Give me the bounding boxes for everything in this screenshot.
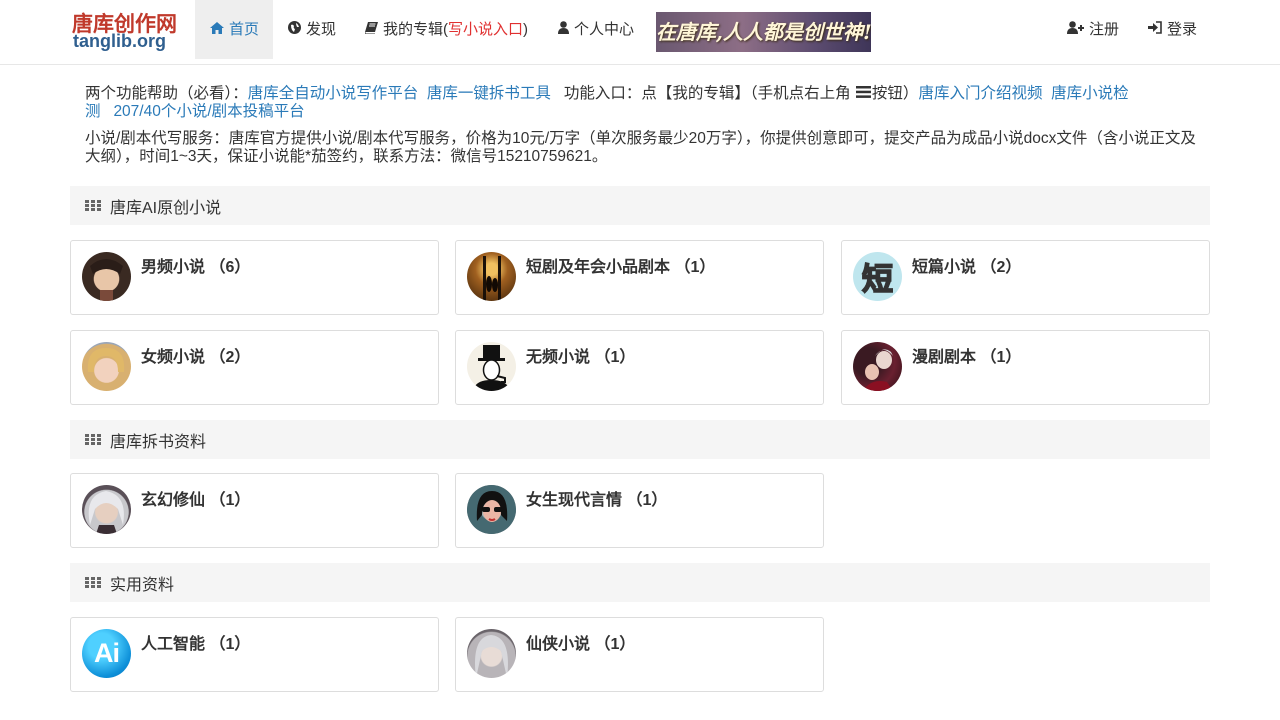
th-grid-icon xyxy=(85,433,101,446)
section-header-book-split: 唐库拆书资料 xyxy=(70,420,1210,459)
user-icon xyxy=(558,1,569,59)
nav-home-label: 首页 xyxy=(229,20,260,38)
promo-banner-text: 在唐库,人人都是创世神! xyxy=(656,20,871,44)
entry-suffix: 按钮） xyxy=(871,85,919,103)
nav-personal-label: 个人中心 xyxy=(574,20,635,38)
stage-scene-icon xyxy=(467,252,516,301)
site-logo[interactable]: 唐库创作网 tanglib.org xyxy=(72,8,182,54)
category-title: 玄幻修仙 （1） xyxy=(141,492,251,509)
link-intro-video[interactable]: 唐库入门介绍视频 xyxy=(918,85,1042,102)
nav-write-novel-link[interactable]: 写小说入口 xyxy=(448,1,523,59)
help-info: 两个功能帮助（必看）：唐库全自动小说写作平台 唐库一键拆书工具 功能入口：点【我… xyxy=(85,85,1200,121)
link-split-book-tool[interactable]: 唐库一键拆书工具 xyxy=(427,85,551,102)
category-title: 短篇小说 （2） xyxy=(912,259,1022,276)
category-title: 男频小说 （6） xyxy=(141,259,251,276)
nav-login-label: 登录 xyxy=(1167,20,1198,38)
nav-discover-label: 发现 xyxy=(306,20,337,38)
section-title: 唐库AI原创小说 xyxy=(110,199,222,217)
logo-en-text: tanglib.org xyxy=(73,31,166,51)
category-card[interactable]: 仙侠小说 （1） xyxy=(455,617,824,692)
menu-bars-icon xyxy=(855,85,871,103)
category-card[interactable]: 女生现代言情 （1） xyxy=(455,473,824,548)
category-card[interactable]: 女频小说 （2） xyxy=(70,330,439,405)
nav-register-label: 注册 xyxy=(1089,20,1120,38)
section-header-useful-materials: 实用资料 xyxy=(70,563,1210,602)
category-card[interactable]: 短 短篇小说 （2） xyxy=(841,240,1210,315)
duan-char-icon: 短 xyxy=(853,252,902,301)
nav-personal-center[interactable]: 个人中心 xyxy=(543,0,649,59)
category-title: 短剧及年会小品剧本 （1） xyxy=(526,259,716,276)
service-info: 小说/剧本代写服务：唐库官方提供小说/剧本代写服务，价格为10元/万字（单次服务… xyxy=(85,130,1200,166)
nav-register[interactable]: 注册 xyxy=(1052,0,1134,59)
ai-logo-icon: Ai xyxy=(82,629,131,678)
home-icon xyxy=(210,1,224,59)
sunglasses-woman-icon xyxy=(467,485,516,534)
category-title: 漫剧剧本 （1） xyxy=(912,349,1022,366)
nav-my-albums[interactable]: 我的专辑(写小说入口) xyxy=(350,0,543,59)
globe-icon xyxy=(288,1,301,59)
couple-portrait-icon xyxy=(853,342,902,391)
nav-home[interactable]: 首页 xyxy=(195,0,273,59)
nav-discover[interactable]: 发现 xyxy=(273,0,351,59)
top-hat-man-icon xyxy=(467,342,516,391)
service-text: 小说/剧本代写服务：唐库官方提供小说/剧本代写服务，价格为10元/万字（单次服务… xyxy=(85,130,1196,165)
category-card[interactable]: Ai 人工智能 （1） xyxy=(70,617,439,692)
category-card[interactable]: 无频小说 （1） xyxy=(455,330,824,405)
link-auto-writing-platform[interactable]: 唐库全自动小说写作平台 xyxy=(248,85,419,102)
book-icon xyxy=(364,1,378,59)
category-title: 仙侠小说 （1） xyxy=(526,636,636,653)
th-grid-icon xyxy=(85,199,101,212)
th-grid-icon xyxy=(85,576,101,589)
help-prefix: 两个功能帮助（必看）： xyxy=(85,85,248,103)
category-card[interactable]: 短剧及年会小品剧本 （1） xyxy=(455,240,824,315)
nav-albums-suffix: ) xyxy=(523,20,529,38)
user-plus-icon xyxy=(1067,1,1084,59)
male-portrait-icon xyxy=(82,252,131,301)
category-title: 女生现代言情 （1） xyxy=(526,492,668,509)
cultivator-portrait-icon xyxy=(82,485,131,534)
category-card[interactable]: 玄幻修仙 （1） xyxy=(70,473,439,548)
sign-in-icon xyxy=(1148,1,1162,59)
section-header-ai-novels: 唐库AI原创小说 xyxy=(70,186,1210,225)
link-submission-platforms[interactable]: 207/40个小说/剧本投稿平台 xyxy=(113,103,304,120)
nav-login[interactable]: 登录 xyxy=(1133,0,1212,59)
entry-text: 功能入口：点【我的专辑】（手机点右上角 xyxy=(563,85,851,103)
section-title: 唐库拆书资料 xyxy=(110,433,207,451)
category-title: 人工智能 （1） xyxy=(141,636,251,653)
section-title: 实用资料 xyxy=(110,576,175,594)
category-card[interactable]: 漫剧剧本 （1） xyxy=(841,330,1210,405)
category-title: 无频小说 （1） xyxy=(526,349,636,366)
category-title: 女频小说 （2） xyxy=(141,349,251,366)
xianxia-portrait-icon xyxy=(467,629,516,678)
top-navbar: 唐库创作网 tanglib.org 首页 发现 我的专辑(写小说入口) 个人中心… xyxy=(0,0,1280,65)
promo-banner[interactable]: 在唐库,人人都是创世神! xyxy=(656,12,871,52)
female-portrait-icon xyxy=(82,342,131,391)
category-card[interactable]: 男频小说 （6） xyxy=(70,240,439,315)
nav-albums-prefix: 我的专辑( xyxy=(383,20,448,38)
